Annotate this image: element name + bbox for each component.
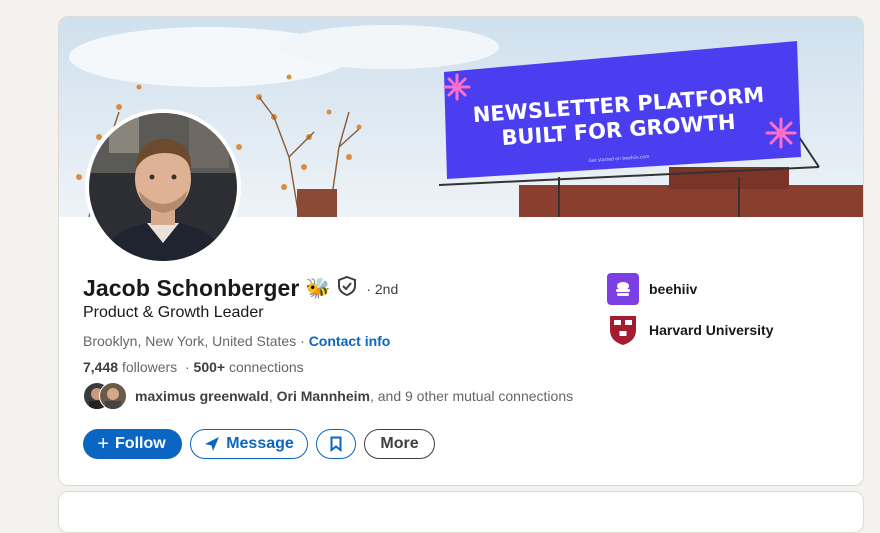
profile-name: Jacob Schonberger <box>83 275 300 301</box>
follow-label: Follow <box>115 435 166 452</box>
bookmark-icon <box>330 436 342 452</box>
mutual-name-2: Ori Mannheim <box>276 388 370 404</box>
save-button[interactable] <box>316 429 356 459</box>
profile-photo <box>89 113 237 261</box>
followers-count: 7,448 <box>83 359 119 375</box>
followers-label: followers <box>121 359 178 375</box>
connection-degree: · 2nd <box>366 280 399 297</box>
message-label: Message <box>226 435 294 452</box>
connections-count: 500+ <box>193 359 226 375</box>
mutual-rest: , and 9 other mutual connections <box>369 388 574 404</box>
profile-actions: + Follow Message More <box>83 429 435 459</box>
name-row: Jacob Schonberger 🐝 · 2nd <box>83 275 398 302</box>
org-beehiiv[interactable]: beehiiv <box>607 273 774 305</box>
org-name-harvard: Harvard University <box>649 322 774 338</box>
mutual-name-1: maximus greenwald <box>135 388 269 404</box>
followers-link[interactable]: 7,448 followers <box>83 359 177 375</box>
bee-emoji: 🐝 <box>305 278 331 300</box>
mutual-avatar-2 <box>99 382 127 410</box>
location-row: Brooklyn, New York, United States · Cont… <box>83 333 390 349</box>
next-section-card <box>58 491 864 533</box>
profile-card: NEWSLETTER PLATFORM BUILT FOR GROWTH Get… <box>58 16 864 486</box>
experience-summary: beehiiv Harvard University <box>607 273 774 355</box>
org-name-beehiiv: beehiiv <box>649 281 698 297</box>
beehiiv-logo-icon <box>607 273 639 305</box>
connections-link[interactable]: 500+ connections <box>194 359 304 375</box>
stats-row: 7,448 followers · 500+ connections <box>83 359 304 375</box>
harvard-shield-icon <box>607 314 639 346</box>
mutual-connections[interactable]: maximus greenwald, Ori Mannheim, and 9 o… <box>83 382 573 410</box>
connections-label: connections <box>228 359 304 375</box>
org-harvard[interactable]: Harvard University <box>607 314 774 346</box>
mutual-avatars <box>83 382 127 410</box>
profile-location: Brooklyn, New York, United States <box>83 333 297 349</box>
contact-info-link[interactable]: Contact info <box>309 333 391 349</box>
profile-headline: Product & Growth Leader <box>83 304 264 321</box>
message-button[interactable]: Message <box>190 429 308 459</box>
profile-avatar[interactable] <box>85 109 241 265</box>
more-button[interactable]: More <box>364 429 435 459</box>
verified-shield-icon[interactable] <box>336 275 358 302</box>
plus-icon: + <box>97 433 110 455</box>
send-icon <box>205 437 220 451</box>
follow-button[interactable]: + Follow <box>83 429 182 459</box>
separator: · <box>296 333 309 349</box>
mutual-text: maximus greenwald, Ori Mannheim, and 9 o… <box>135 388 574 404</box>
